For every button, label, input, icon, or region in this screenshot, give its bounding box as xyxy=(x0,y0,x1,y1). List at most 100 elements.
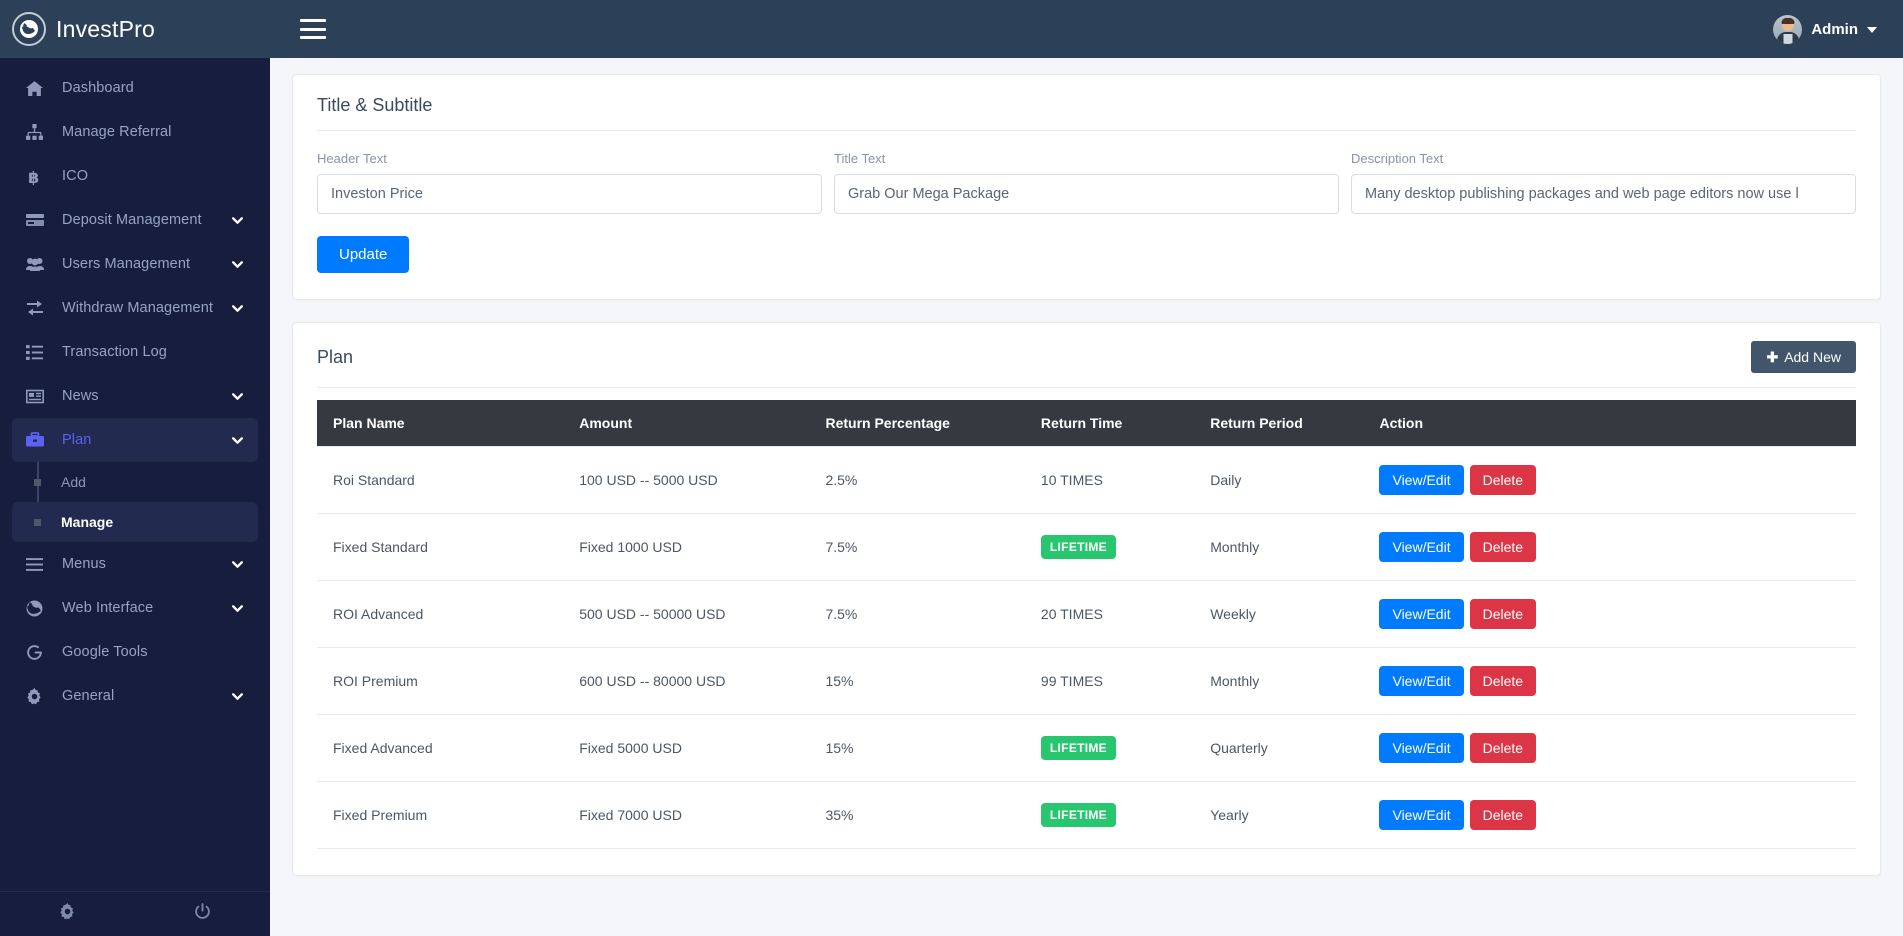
sidebar-item-news[interactable]: News xyxy=(12,374,258,418)
form-group-description-text: Description Text xyxy=(1351,151,1856,214)
cell-percentage: 15% xyxy=(809,648,1024,715)
spacer xyxy=(292,300,1881,322)
sidebar-label: Plan xyxy=(62,432,91,448)
cell-period: Yearly xyxy=(1194,782,1363,849)
table-row: Roi Standard100 USD -- 5000 USD2.5%10 TI… xyxy=(317,447,1856,514)
chevron-down-icon xyxy=(1867,27,1877,33)
view-edit-button[interactable]: View/Edit xyxy=(1379,666,1463,696)
delete-button[interactable]: Delete xyxy=(1470,532,1536,562)
cell-name: Fixed Standard xyxy=(317,514,563,581)
cell-name: Fixed Advanced xyxy=(317,715,563,782)
gear-icon xyxy=(26,688,48,705)
sidebar-item-transaction-log[interactable]: Transaction Log xyxy=(12,330,258,374)
table-header-row: Plan Name Amount Return Percentage Retur… xyxy=(317,400,1856,447)
chevron-down-icon xyxy=(231,558,244,571)
cell-action: View/EditDelete xyxy=(1363,715,1856,782)
cell-action: View/EditDelete xyxy=(1363,648,1856,715)
plan-card: Plan ✚ Add New Plan Name Amount Return P… xyxy=(292,322,1881,876)
cell-amount: 100 USD -- 5000 USD xyxy=(563,447,809,514)
view-edit-button[interactable]: View/Edit xyxy=(1379,599,1463,629)
table-row: Fixed StandardFixed 1000 USD7.5%LIFETIME… xyxy=(317,514,1856,581)
sidebar-item-general[interactable]: General xyxy=(12,674,258,718)
add-new-button[interactable]: ✚ Add New xyxy=(1751,341,1856,373)
status-badge: LIFETIME xyxy=(1041,736,1116,760)
cell-period: Daily xyxy=(1194,447,1363,514)
sidebar-item-deposit-management[interactable]: Deposit Management xyxy=(12,198,258,242)
form-group-header-text: Header Text xyxy=(317,151,822,214)
sidebar-submenu-plan: Add Manage xyxy=(0,462,270,542)
user-menu[interactable]: Admin xyxy=(1773,15,1903,44)
sidebar-subitem-manage[interactable]: Manage xyxy=(12,502,258,542)
exchange-icon xyxy=(26,300,48,316)
cell-percentage: 2.5% xyxy=(809,447,1024,514)
sidebar-item-users-management[interactable]: Users Management xyxy=(12,242,258,286)
form-group-title-text: Title Text xyxy=(834,151,1339,214)
cell-amount: Fixed 5000 USD xyxy=(563,715,809,782)
update-button[interactable]: Update xyxy=(317,236,409,273)
delete-button[interactable]: Delete xyxy=(1470,666,1536,696)
cell-period: Weekly xyxy=(1194,581,1363,648)
top-bar: InvestPro Admin xyxy=(0,0,1903,58)
form-row: Header Text Title Text Description Text xyxy=(317,151,1856,214)
title-text-input[interactable] xyxy=(834,174,1339,214)
sidebar-item-ico[interactable]: ฿ ICO xyxy=(12,154,258,198)
cell-return-time: LIFETIME xyxy=(1025,514,1194,581)
delete-button[interactable]: Delete xyxy=(1470,465,1536,495)
title-subtitle-card-header: Title & Subtitle xyxy=(293,75,1880,130)
google-icon xyxy=(26,644,48,661)
gear-icon xyxy=(59,903,76,925)
sidebar-item-manage-referral[interactable]: Manage Referral xyxy=(12,110,258,154)
plan-table-body: Roi Standard100 USD -- 5000 USD2.5%10 TI… xyxy=(317,447,1856,849)
sitemap-icon xyxy=(26,124,48,141)
cell-return-time: 99 TIMES xyxy=(1025,648,1194,715)
sidebar-item-web-interface[interactable]: Web Interface xyxy=(12,586,258,630)
cell-return-time: LIFETIME xyxy=(1025,782,1194,849)
users-icon xyxy=(26,256,48,272)
avatar xyxy=(1773,15,1802,44)
chevron-down-icon xyxy=(231,690,244,703)
description-text-input[interactable] xyxy=(1351,174,1856,214)
plan-table-head: Plan Name Amount Return Percentage Retur… xyxy=(317,400,1856,447)
hamburger-icon[interactable] xyxy=(300,19,326,39)
view-edit-button[interactable]: View/Edit xyxy=(1379,800,1463,830)
cell-name: Roi Standard xyxy=(317,447,563,514)
cell-percentage: 7.5% xyxy=(809,581,1024,648)
column-header-return-percentage: Return Percentage xyxy=(809,400,1024,447)
chevron-down-icon xyxy=(231,258,244,271)
sidebar-item-dashboard[interactable]: Dashboard xyxy=(12,66,258,110)
cell-amount: Fixed 7000 USD xyxy=(563,782,809,849)
chevron-down-icon xyxy=(231,434,244,447)
view-edit-button[interactable]: View/Edit xyxy=(1379,532,1463,562)
sidebar-sublabel: Add xyxy=(61,474,86,490)
sidebar-item-menus[interactable]: Menus xyxy=(12,542,258,586)
sidebar-label: News xyxy=(62,388,99,404)
plan-card-header: Plan ✚ Add New xyxy=(293,323,1880,387)
sidebar-item-plan[interactable]: Plan xyxy=(12,418,258,462)
settings-button[interactable] xyxy=(0,903,135,925)
sidebar-subitem-add[interactable]: Add xyxy=(12,462,258,502)
delete-button[interactable]: Delete xyxy=(1470,800,1536,830)
column-header-return-time: Return Time xyxy=(1025,400,1194,447)
bullet-icon xyxy=(34,519,41,526)
header-text-input[interactable] xyxy=(317,174,822,214)
bitcoin-icon: ฿ xyxy=(26,168,48,185)
logout-button[interactable] xyxy=(135,903,270,925)
list-icon xyxy=(26,345,48,360)
status-badge: LIFETIME xyxy=(1041,803,1116,827)
chevron-down-icon xyxy=(231,602,244,615)
sidebar-item-google-tools[interactable]: Google Tools xyxy=(12,630,258,674)
svg-text:฿: ฿ xyxy=(28,168,39,185)
cell-action: View/EditDelete xyxy=(1363,782,1856,849)
table-row: Fixed AdvancedFixed 5000 USD15%LIFETIMEQ… xyxy=(317,715,1856,782)
delete-button[interactable]: Delete xyxy=(1470,599,1536,629)
sidebar-item-withdraw-management[interactable]: Withdraw Management xyxy=(12,286,258,330)
view-edit-button[interactable]: View/Edit xyxy=(1379,465,1463,495)
cell-period: Monthly xyxy=(1194,514,1363,581)
delete-button[interactable]: Delete xyxy=(1470,733,1536,763)
cell-return-time: 10 TIMES xyxy=(1025,447,1194,514)
globe-circle-icon xyxy=(12,12,46,46)
brand[interactable]: InvestPro xyxy=(0,0,270,58)
view-edit-button[interactable]: View/Edit xyxy=(1379,733,1463,763)
table-row: ROI Premium600 USD -- 80000 USD15%99 TIM… xyxy=(317,648,1856,715)
sidebar-label: Users Management xyxy=(62,256,190,272)
